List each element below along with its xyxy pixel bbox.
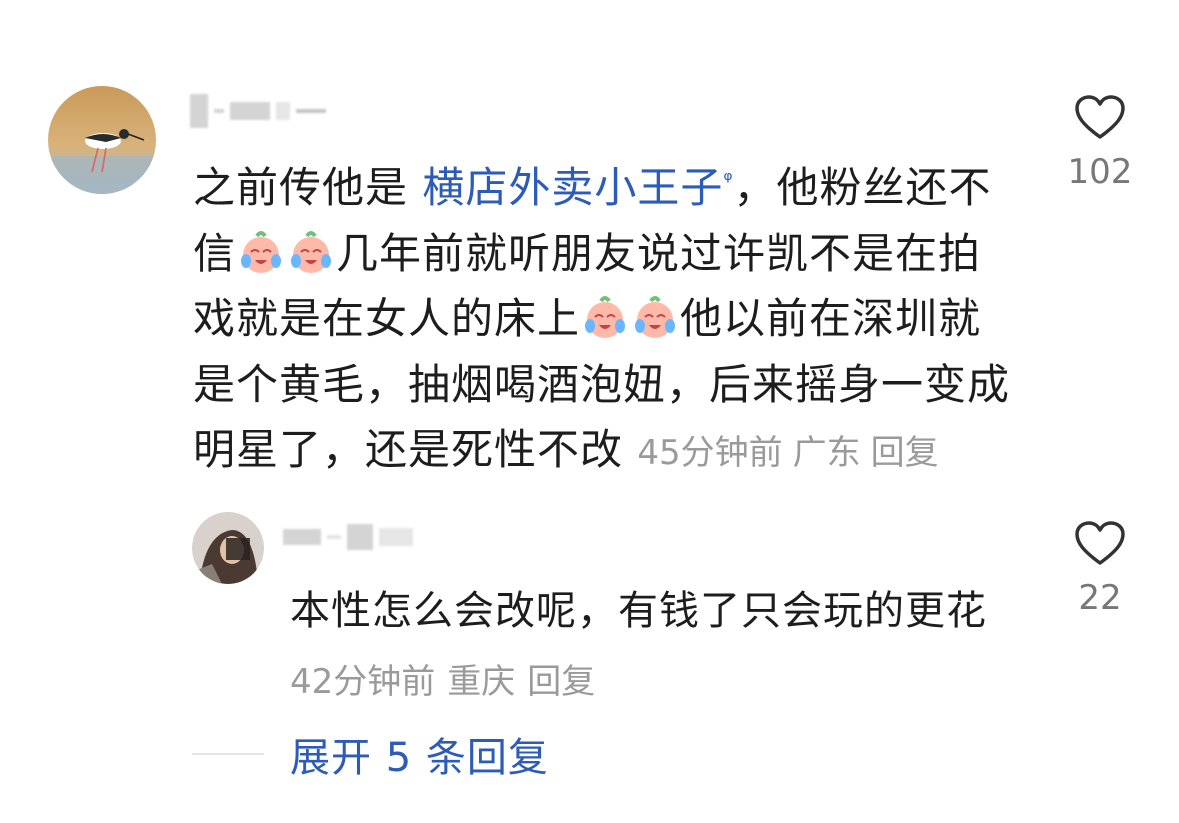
comment-meta: 45分钟前 广东 回复	[637, 433, 948, 473]
reply-body: 本性怎么会改呢，有钱了只会玩的更花	[290, 588, 987, 634]
comment-location: 广东	[792, 433, 861, 473]
reply-like-button[interactable]: 22	[1052, 520, 1148, 618]
comment-text-part: ，他粉丝还不	[733, 163, 992, 212]
reply-meta: 42分钟前 重庆 回复	[290, 654, 607, 703]
search-icon: ᵠ	[723, 168, 734, 193]
comment-text-part: 他以前在深圳就	[680, 294, 982, 343]
comment-text-part: 明星了，还是死性不改	[193, 425, 624, 474]
comment-time: 45分钟前	[637, 433, 783, 473]
reply-like-count: 22	[1078, 578, 1122, 618]
reply-location: 重庆	[447, 662, 516, 702]
crying-laughing-emoji-icon	[291, 230, 332, 273]
reply-reply-button[interactable]: 回复	[527, 662, 595, 702]
comment-text-part: 之前传他是	[193, 163, 423, 212]
replier-avatar[interactable]	[192, 512, 264, 584]
comment-text-part: 是个黄毛，抽烟喝酒泡妞，后来摇身一变成	[193, 359, 1011, 409]
crying-laughing-emoji-icon	[241, 230, 282, 273]
comment-body: 之前传他是 横店外卖小王子ᵠ，他粉丝还不 信 几年前就听朋友说过许凯不是在拍 戏就…	[193, 148, 1023, 487]
crying-laughing-emoji-icon	[585, 296, 626, 338]
expand-replies-button[interactable]: 展开 5 条回复	[192, 725, 549, 783]
comment-like-button[interactable]: 102	[1052, 94, 1148, 192]
comment-like-count: 102	[1067, 152, 1133, 192]
commenter-avatar[interactable]	[48, 86, 156, 194]
commenter-username-blurred[interactable]	[190, 94, 326, 128]
reply-time: 42分钟前	[290, 662, 436, 702]
divider-line	[192, 753, 264, 755]
comment-text-part: 几年前就听朋友说过许凯不是在拍	[336, 228, 982, 278]
comment-reply-button[interactable]: 回复	[871, 433, 939, 473]
comment-text-part: 信	[193, 228, 237, 278]
crying-laughing-emoji-icon	[635, 296, 676, 338]
heart-outline-icon	[1075, 521, 1125, 565]
topic-link[interactable]: 横店外卖小王子ᵠ	[422, 163, 733, 212]
comment-text-part: 戏就是在女人的床上	[193, 294, 581, 343]
replier-username-blurred[interactable]	[283, 524, 413, 550]
heart-outline-icon	[1075, 95, 1125, 139]
expand-replies-label[interactable]: 展开 5 条回复	[290, 725, 549, 783]
